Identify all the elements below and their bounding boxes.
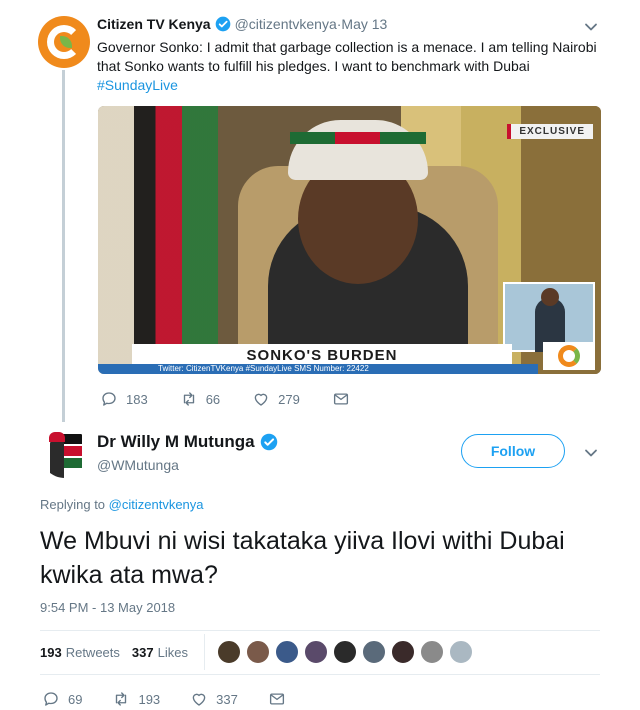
- retweets-count: 193: [40, 644, 62, 660]
- liker-avatar[interactable]: [390, 640, 415, 664]
- main-tweet-actions: 69 193 337: [42, 690, 324, 708]
- likes-label: Likes: [157, 644, 188, 660]
- hashtag-link[interactable]: #SundayLive: [97, 77, 178, 93]
- exclusive-badge: EXCLUSIVE: [507, 124, 593, 139]
- divider: [203, 634, 205, 670]
- heart-icon: [254, 393, 268, 406]
- liker-avatar[interactable]: [274, 640, 299, 664]
- verified-badge-icon: [215, 16, 230, 32]
- retweets-stat[interactable]: 193 Retweets: [40, 645, 120, 660]
- retweet-icon: [116, 692, 127, 706]
- divider: [40, 674, 600, 675]
- parent-tweet: Citizen TV Kenya @citizentvkenya · May 1…: [0, 0, 640, 422]
- liker-avatar[interactable]: [361, 640, 386, 664]
- parent-tweet-header: Citizen TV Kenya @citizentvkenya · May 1…: [97, 16, 387, 32]
- chevron-down-icon[interactable]: [584, 20, 598, 34]
- video-ticker: Twitter: CitizenTVKenya #SundayLive SMS …: [98, 364, 538, 374]
- tweet-video-media[interactable]: EXCLUSIVE SONKO'S BURDEN Twitter: Citize…: [98, 106, 601, 374]
- message-button[interactable]: [332, 390, 358, 408]
- video-banner: SONKO'S BURDEN: [132, 344, 512, 364]
- envelope-icon: [269, 693, 284, 705]
- reply-count: 183: [126, 391, 148, 407]
- retweet-count: 66: [205, 391, 221, 407]
- reply-button[interactable]: 183: [100, 390, 148, 408]
- liker-avatar[interactable]: [448, 640, 473, 664]
- likes-stat[interactable]: 337 Likes: [132, 645, 188, 660]
- retweet-icon: [183, 392, 194, 406]
- heart-icon: [192, 693, 206, 706]
- liker-avatar[interactable]: [245, 640, 270, 664]
- parent-tweet-date[interactable]: May 13: [341, 16, 387, 32]
- retweet-button[interactable]: 193: [112, 690, 160, 708]
- replying-prefix: Replying to: [40, 497, 109, 512]
- liker-avatars: [216, 640, 478, 664]
- liker-avatar[interactable]: [332, 640, 357, 664]
- follow-button[interactable]: Follow: [461, 434, 565, 468]
- liker-avatar[interactable]: [216, 640, 241, 664]
- willy-mutunga-avatar[interactable]: [40, 428, 90, 478]
- tweet-stats: 193 Retweets 337 Likes: [40, 631, 478, 673]
- like-count: 279: [278, 391, 300, 407]
- reply-button[interactable]: 69: [42, 690, 82, 708]
- like-button[interactable]: 279: [252, 390, 300, 408]
- citizen-logo-icon: [543, 342, 595, 370]
- parent-author-name[interactable]: Citizen TV Kenya: [97, 16, 211, 32]
- liker-avatar[interactable]: [419, 640, 444, 664]
- tweet-timestamp[interactable]: 9:54 PM - 13 May 2018: [40, 600, 175, 615]
- chevron-down-icon[interactable]: [584, 446, 598, 460]
- like-button[interactable]: 337: [190, 690, 238, 708]
- video-banner-text: SONKO'S BURDEN: [246, 347, 398, 364]
- reply-icon: [44, 692, 58, 706]
- main-author[interactable]: Dr Willy M Mutunga: [97, 432, 282, 452]
- citizen-tv-avatar[interactable]: [38, 16, 90, 68]
- verified-badge-icon: [260, 433, 277, 451]
- liker-avatar[interactable]: [303, 640, 328, 664]
- thread-line: [62, 70, 65, 422]
- parent-author-handle[interactable]: @citizentvkenya: [235, 16, 337, 32]
- like-count: 337: [216, 691, 238, 707]
- parent-tweet-actions: 183 66 279: [100, 390, 390, 408]
- likes-count: 337: [131, 644, 154, 660]
- retweets-label: Retweets: [65, 644, 120, 660]
- retweet-button[interactable]: 66: [180, 390, 220, 408]
- reply-icon: [102, 392, 116, 406]
- parent-tweet-body: Governor Sonko: I admit that garbage col…: [97, 39, 597, 74]
- envelope-icon: [333, 393, 348, 405]
- replying-to-link[interactable]: @citizentvkenya: [109, 497, 204, 512]
- parent-tweet-text: Governor Sonko: I admit that garbage col…: [97, 38, 602, 95]
- replying-to: Replying to @citizentvkenya: [40, 497, 204, 512]
- reply-count: 69: [68, 691, 83, 707]
- message-button[interactable]: [268, 690, 294, 708]
- main-author-name: Dr Willy M Mutunga: [97, 432, 255, 451]
- main-author-handle[interactable]: @WMutunga: [97, 457, 179, 473]
- retweet-count: 193: [138, 691, 161, 707]
- main-tweet-text: We Mbuvi ni wisi takataka yiiva Ilovi wi…: [40, 527, 565, 589]
